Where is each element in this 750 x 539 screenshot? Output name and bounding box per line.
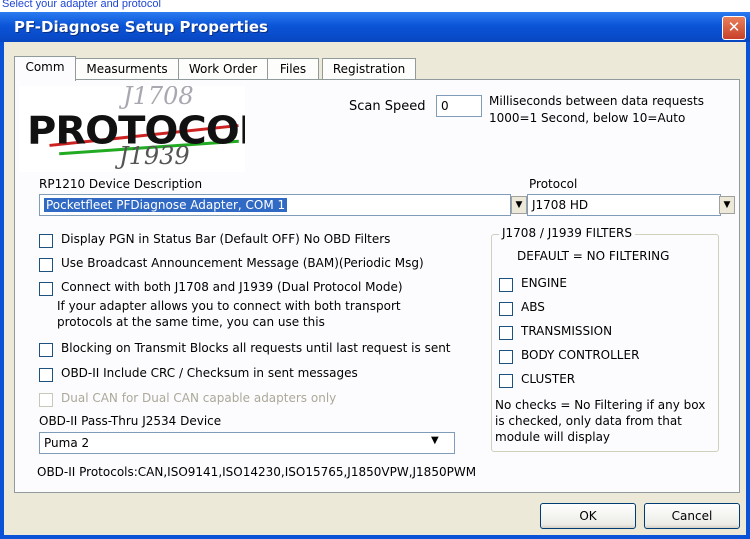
filter-abs-checkbox[interactable] (499, 302, 513, 316)
filters-note-line1: No checks = No Filtering if any box (495, 398, 706, 412)
comm-tab-page: J1708 PROTOCOL J1939 Scan Speed 0 Millis… (14, 79, 740, 493)
obd-crc-checkbox[interactable] (39, 368, 53, 382)
filter-transmission-checkbox[interactable] (499, 326, 513, 340)
passthru-label: OBD-II Pass-Thru J2534 Device (39, 414, 222, 428)
device-description-label: RP1210 Device Description (39, 177, 203, 191)
tab-comm[interactable]: Comm (14, 56, 76, 81)
use-bam-checkbox[interactable] (39, 258, 53, 272)
close-button[interactable]: ✕ (722, 16, 746, 40)
filter-body-controller-checkbox[interactable] (499, 350, 513, 364)
filter-transmission-label: TRANSMISSION (521, 324, 613, 338)
protocol-label: Protocol (529, 177, 578, 191)
scan-speed-label: Scan Speed (349, 99, 426, 114)
blocking-transmit-label: Blocking on Transmit Blocks all requests… (61, 341, 451, 355)
dual-protocol-note-line2: protocols at the same time, you can use … (57, 315, 325, 329)
display-pgn-label: Display PGN in Status Bar (Default OFF) … (61, 232, 391, 246)
logo-j1939-text: J1939 (119, 142, 190, 170)
obd-crc-label: OBD-II Include CRC / Checksum in sent me… (61, 366, 358, 380)
scan-speed-note-line1: Milliseconds between data requests (489, 94, 704, 108)
filters-default-text: DEFAULT = NO FILTERING (517, 249, 670, 263)
tab-measurments[interactable]: Measurments (75, 58, 179, 79)
filter-cluster-label: CLUSTER (521, 372, 576, 386)
use-bam-label: Use Broadcast Announcement Message (BAM)… (61, 256, 424, 270)
dual-protocol-label: Connect with both J1708 and J1939 (Dual … (61, 280, 403, 294)
obd-protocols-text: OBD-II Protocols:CAN,ISO9141,ISO14230,IS… (37, 465, 477, 479)
dialog-client-area: Comm Measurments Work Order Files Regist… (4, 42, 746, 535)
filter-body-controller-label: BODY CONTROLLER (521, 348, 640, 362)
device-description-value: Pocketfleet PFDiagnose Adapter, COM 1 (44, 198, 288, 212)
dual-protocol-checkbox[interactable] (39, 282, 53, 296)
device-description-select[interactable]: Pocketfleet PFDiagnose Adapter, COM 1 (39, 194, 511, 216)
blocking-transmit-checkbox[interactable] (39, 343, 53, 357)
device-dropdown-button[interactable]: ▼ (511, 196, 527, 214)
close-icon: ✕ (727, 18, 741, 36)
protocol-select[interactable]: J1708 HD (527, 194, 721, 216)
ok-button[interactable]: OK (540, 503, 636, 529)
tooltip-text: Select your adapter and protocol (2, 0, 161, 10)
filter-cluster-checkbox[interactable] (499, 374, 513, 388)
scan-speed-input[interactable]: 0 (436, 95, 482, 117)
dual-can-label: Dual CAN for Dual CAN capable adapters o… (61, 391, 337, 405)
filter-engine-checkbox[interactable] (499, 278, 513, 292)
filter-engine-label: ENGINE (521, 276, 567, 290)
protocol-logo: J1708 PROTOCOL J1939 (19, 86, 245, 172)
tab-registration[interactable]: Registration (322, 58, 416, 79)
filters-title: J1708 / J1939 FILTERS (499, 226, 635, 240)
passthru-select[interactable]: Puma 2 (39, 432, 455, 454)
filters-note-line3: module will display (495, 430, 611, 444)
cancel-button[interactable]: Cancel (644, 503, 740, 529)
dual-can-checkbox[interactable] (39, 393, 53, 407)
protocol-dropdown-button[interactable]: ▼ (719, 196, 735, 214)
filter-abs-label: ABS (521, 300, 545, 314)
tab-files[interactable]: Files (267, 58, 319, 79)
passthru-dropdown-button[interactable]: ▼ (431, 435, 439, 446)
dual-protocol-note-line1: If your adapter allows you to connect wi… (57, 299, 401, 313)
tab-work-order[interactable]: Work Order (178, 58, 268, 79)
scan-speed-note-line2: 1000=1 Second, below 10=Auto (489, 111, 686, 125)
dialog-window: PF-Diagnose Setup Properties ✕ Comm Meas… (0, 12, 750, 539)
logo-j1708-text: J1708 (123, 86, 194, 110)
title-bar[interactable]: PF-Diagnose Setup Properties ✕ (0, 12, 750, 42)
display-pgn-checkbox[interactable] (39, 234, 53, 248)
window-title: PF-Diagnose Setup Properties (14, 18, 268, 36)
filters-note-line2: is checked, only data from that (495, 414, 682, 428)
